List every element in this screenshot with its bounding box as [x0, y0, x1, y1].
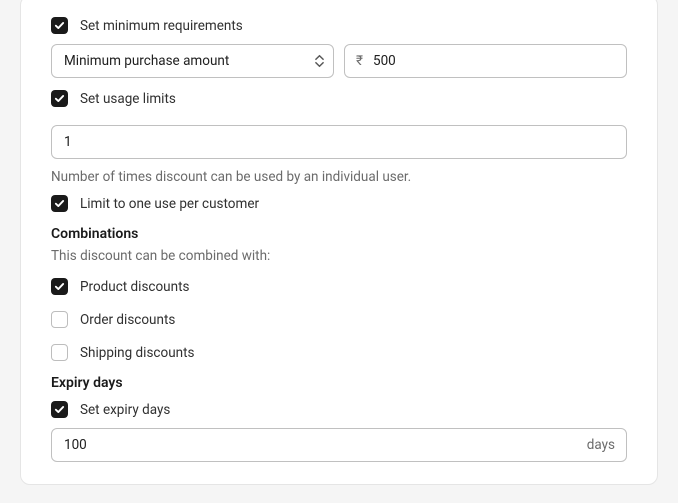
combo-product-checkbox[interactable] — [51, 278, 68, 295]
min-requirement-select[interactable] — [51, 44, 334, 78]
expiry-set-checkbox[interactable] — [51, 401, 68, 418]
combo-shipping-label: Shipping discounts — [80, 345, 194, 361]
expiry-title: Expiry days — [51, 375, 627, 391]
check-icon — [54, 20, 65, 31]
expiry-days-input[interactable] — [51, 428, 627, 462]
limit-one-checkbox[interactable] — [51, 195, 68, 212]
combo-product-discounts: Product discounts — [51, 278, 627, 295]
usage-limits-label: Set usage limits — [80, 91, 176, 107]
combo-order-discounts: Order discounts — [51, 311, 627, 328]
min-amount-input[interactable] — [344, 44, 627, 78]
combinations-list: Product discounts Order discounts Shippi… — [51, 278, 627, 361]
check-icon — [54, 198, 65, 209]
limit-one-row: Limit to one use per customer — [51, 195, 627, 212]
check-icon — [54, 404, 65, 415]
discount-settings-card: Set minimum requirements ₹ Set usage lim… — [20, 0, 658, 485]
check-icon — [54, 281, 65, 292]
combo-order-label: Order discounts — [80, 312, 175, 328]
usage-limits-help: Number of times discount can be used by … — [51, 169, 627, 185]
combinations-subtitle: This discount can be combined with: — [51, 248, 627, 264]
min-requirements-row: Set minimum requirements — [51, 17, 627, 34]
usage-limits-checkbox[interactable] — [51, 90, 68, 107]
combo-shipping-discounts: Shipping discounts — [51, 344, 627, 361]
check-icon — [54, 93, 65, 104]
min-requirements-label: Set minimum requirements — [80, 18, 243, 34]
combo-shipping-checkbox[interactable] — [51, 344, 68, 361]
usage-limits-row: Set usage limits — [51, 90, 627, 107]
combinations-title: Combinations — [51, 226, 627, 242]
min-requirements-inputs: ₹ — [51, 44, 627, 78]
min-requirements-checkbox[interactable] — [51, 17, 68, 34]
expiry-set-row: Set expiry days — [51, 401, 627, 418]
min-amount-wrap: ₹ — [344, 44, 627, 78]
min-requirement-select-wrap — [51, 44, 334, 78]
expiry-input-wrap: days — [51, 428, 627, 462]
combo-order-checkbox[interactable] — [51, 311, 68, 328]
limit-one-label: Limit to one use per customer — [80, 196, 259, 212]
combo-product-label: Product discounts — [80, 279, 189, 295]
usage-limits-input[interactable] — [51, 125, 627, 159]
expiry-set-label: Set expiry days — [80, 402, 170, 418]
